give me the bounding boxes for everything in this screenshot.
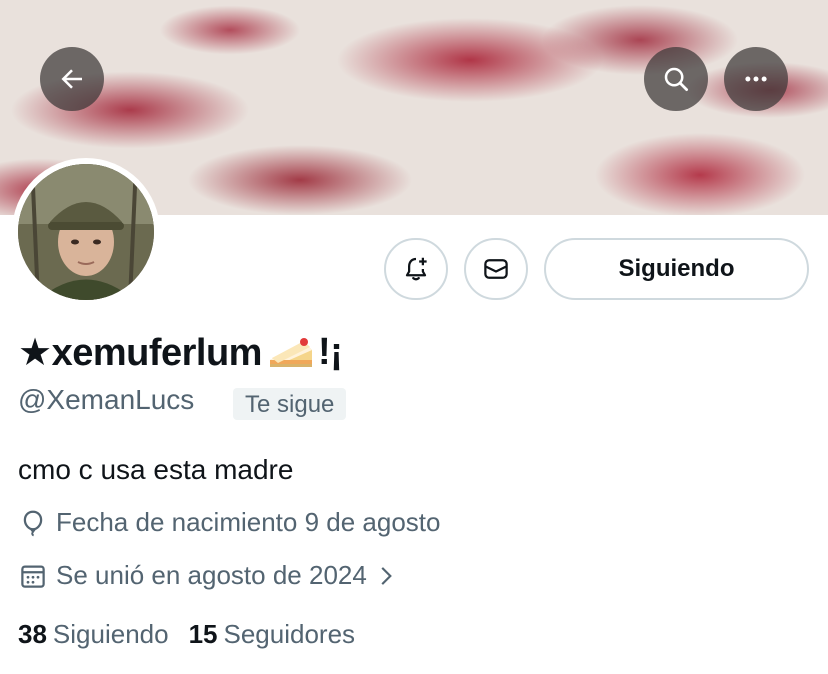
bio: cmo c usa esta madre: [18, 454, 294, 485]
back-button[interactable]: [40, 47, 104, 111]
birthday-row: Fecha de nacimiento 9 de agosto: [18, 507, 440, 538]
search-icon: [664, 67, 688, 91]
birthday-text: Fecha de nacimiento 9 de agosto: [56, 507, 441, 537]
calendar-icon: [21, 565, 45, 588]
more-icon: [745, 76, 767, 82]
following-stat[interactable]: 38 Siguiendo: [18, 619, 169, 650]
followers-label: Seguidores: [223, 619, 356, 649]
following-button-label: Siguiendo: [618, 255, 735, 282]
follow-stats: 38 Siguiendo 15 Seguidores: [18, 619, 355, 650]
following-count: 38: [18, 619, 47, 649]
avatar[interactable]: [18, 164, 154, 300]
more-button[interactable]: [724, 47, 788, 111]
followers-count: 15: [188, 619, 218, 649]
balloon-icon: [23, 510, 43, 536]
search-button[interactable]: [644, 47, 708, 111]
bell-plus-icon: [405, 257, 427, 281]
chevron-right-icon: [381, 566, 392, 585]
following-label: Siguiendo: [52, 619, 169, 649]
handle: @XemanLucs: [18, 384, 195, 415]
display-name-suffix: !¡: [317, 331, 343, 373]
notifications-button[interactable]: [384, 238, 448, 300]
envelope-icon: [484, 259, 508, 279]
cake-emoji: [269, 337, 312, 367]
message-button[interactable]: [464, 238, 528, 300]
follows-you-badge: Te sigue: [233, 388, 347, 420]
following-button[interactable]: Siguiendo: [544, 238, 809, 300]
joined-text: Se unió en agosto de 2024: [56, 560, 367, 590]
display-name: ★xemuferlum !¡: [18, 330, 343, 375]
back-arrow-icon: [61, 69, 82, 89]
followers-stat[interactable]: 15 Seguidores: [189, 619, 355, 650]
avatar-image: [18, 164, 154, 300]
display-name-text: ★xemuferlum: [18, 332, 262, 374]
joined-row[interactable]: Se unió en agosto de 2024: [18, 560, 407, 591]
